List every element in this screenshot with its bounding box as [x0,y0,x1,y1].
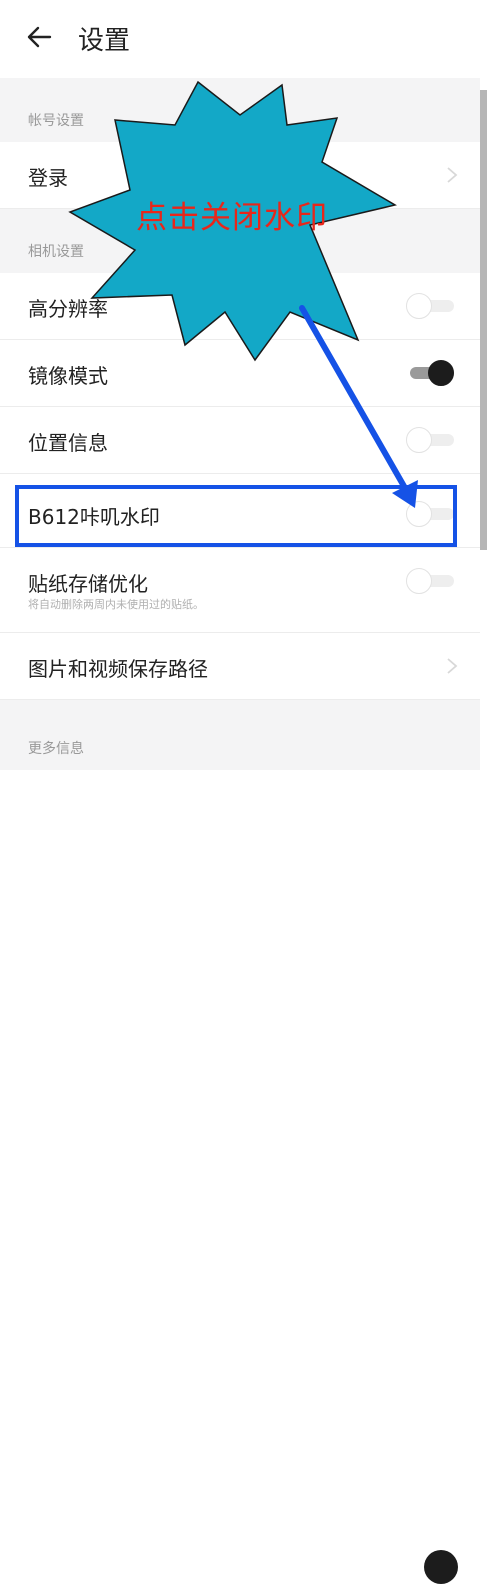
location-toggle[interactable] [406,427,454,453]
mirror-label: 镜像模式 [28,364,108,388]
location-row: 位置信息 [0,407,480,474]
mirror-row: 镜像模式 [0,340,480,407]
section-more: 更多信息 [0,700,480,770]
hd-label: 高分辨率 [28,297,108,321]
sticker-label: 贴纸存储优化 [28,572,148,596]
header: 设置 [0,0,487,78]
location-label: 位置信息 [28,431,108,455]
section-label-more: 更多信息 [28,741,84,757]
cutoff-row [0,770,480,1584]
section-label-account: 帐号设置 [28,113,84,129]
chevron-right-icon [447,167,458,183]
chevron-right-icon [447,658,458,674]
section-account: 帐号设置 [0,78,480,142]
save-path-row[interactable]: 图片和视频保存路径 [0,633,480,700]
hd-toggle[interactable] [406,293,454,319]
sticker-row: 贴纸存储优化 将自动删除两周内未使用过的贴纸。 [0,548,480,633]
annotation-text: 点击关闭水印 [136,200,328,236]
mirror-toggle[interactable] [406,360,454,386]
save-path-label: 图片和视频保存路径 [28,657,208,681]
highlight-box [15,485,457,547]
arrow-left-icon[interactable] [24,22,54,52]
scrollbar[interactable] [480,90,487,550]
sticker-toggle[interactable] [406,568,454,594]
section-label-camera: 相机设置 [28,244,84,260]
login-label: 登录 [28,166,68,190]
sticker-sublabel: 将自动删除两周内未使用过的贴纸。 [28,598,204,611]
page-title: 设置 [78,26,131,56]
hd-row: 高分辨率 [0,273,480,340]
partial-toggle-knob[interactable] [424,1550,458,1584]
